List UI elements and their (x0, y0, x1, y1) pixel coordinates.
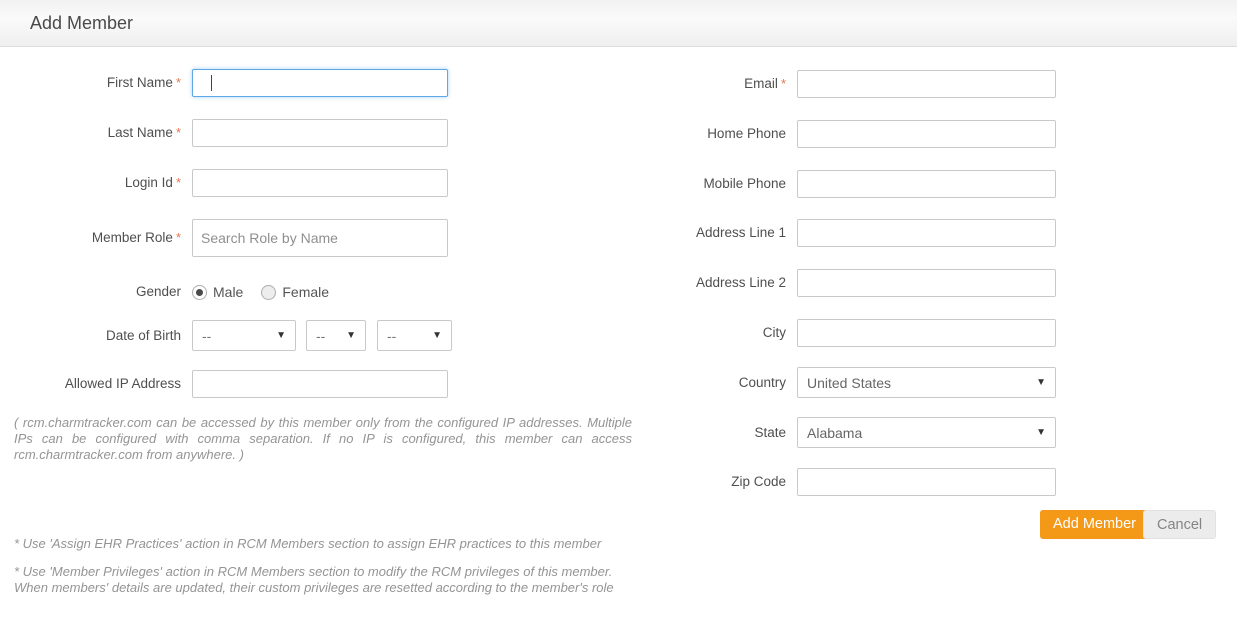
member-role-input[interactable] (192, 219, 448, 257)
zip-code-label: Zip Code (616, 474, 786, 490)
home-phone-row: Home Phone (616, 120, 1056, 148)
gender-male-label[interactable]: Male (213, 284, 243, 300)
home-phone-input[interactable] (797, 120, 1056, 148)
city-input[interactable] (797, 319, 1056, 347)
chevron-down-icon: ▼ (432, 330, 442, 341)
zip-code-input[interactable] (797, 468, 1056, 496)
dob-day-select[interactable]: -- ▼ (306, 320, 366, 351)
dob-year-select[interactable]: -- ▼ (377, 320, 452, 351)
city-label: City (616, 325, 786, 341)
first-name-row: First Name* (0, 69, 448, 97)
chevron-down-icon: ▼ (1036, 377, 1046, 388)
add-member-page: Add Member First Name* Last Name* Login … (0, 0, 1237, 640)
gender-radio-female[interactable] (261, 285, 276, 300)
login-id-row: Login Id* (0, 169, 448, 197)
page-title: Add Member (0, 0, 1237, 46)
first-name-input[interactable] (192, 69, 448, 97)
last-name-row: Last Name* (0, 119, 448, 147)
first-name-label: First Name* (0, 75, 181, 91)
country-select-value: United States (807, 375, 891, 391)
allowed-ip-label: Allowed IP Address (0, 376, 181, 392)
address-line-1-input[interactable] (797, 219, 1056, 247)
state-select[interactable]: Alabama ▼ (797, 417, 1056, 448)
address-line-2-label: Address Line 2 (616, 275, 786, 291)
state-select-value: Alabama (807, 425, 862, 441)
home-phone-label: Home Phone (616, 126, 786, 142)
country-label: Country (616, 375, 786, 391)
address-line-2-row: Address Line 2 (616, 269, 1056, 297)
required-marker: * (176, 75, 181, 90)
gender-radio-group: Male Female (192, 284, 329, 300)
chevron-down-icon: ▼ (1036, 427, 1046, 438)
member-role-label: Member Role* (0, 230, 181, 246)
last-name-input[interactable] (192, 119, 448, 147)
first-name-field (192, 69, 448, 97)
address-line-1-row: Address Line 1 (616, 219, 1056, 247)
member-role-row: Member Role* (0, 219, 448, 257)
email-row: Email* (616, 70, 1056, 98)
ip-address-note: ( rcm.charmtracker.com can be accessed b… (14, 415, 632, 463)
required-marker: * (176, 175, 181, 190)
assign-ehr-practices-note: * Use 'Assign EHR Practices' action in R… (14, 536, 654, 552)
required-marker: * (781, 76, 786, 91)
gender-row: Gender Male Female (0, 282, 329, 302)
required-marker: * (176, 125, 181, 140)
zip-code-row: Zip Code (616, 468, 1056, 496)
member-privileges-note: * Use 'Member Privileges' action in RCM … (14, 564, 642, 596)
email-input[interactable] (797, 70, 1056, 98)
add-member-button[interactable]: Add Member (1040, 510, 1149, 539)
mobile-phone-row: Mobile Phone (616, 170, 1056, 198)
mobile-phone-label: Mobile Phone (616, 176, 786, 192)
address-line-2-input[interactable] (797, 269, 1056, 297)
chevron-down-icon: ▼ (346, 330, 356, 341)
gender-label: Gender (0, 284, 181, 300)
state-row: State Alabama ▼ (616, 417, 1056, 448)
email-label: Email* (616, 76, 786, 92)
login-id-input[interactable] (192, 169, 448, 197)
dob-row: Date of Birth -- ▼ -- ▼ -- ▼ (0, 320, 452, 351)
required-marker: * (176, 230, 181, 245)
page-header: Add Member (0, 0, 1237, 47)
dob-label: Date of Birth (0, 328, 181, 344)
country-select[interactable]: United States ▼ (797, 367, 1056, 398)
gender-radio-male[interactable] (192, 285, 207, 300)
mobile-phone-input[interactable] (797, 170, 1056, 198)
text-cursor (211, 75, 212, 91)
login-id-label: Login Id* (0, 175, 181, 191)
last-name-label: Last Name* (0, 125, 181, 141)
gender-female-label[interactable]: Female (282, 284, 329, 300)
state-label: State (616, 425, 786, 441)
city-row: City (616, 319, 1056, 347)
country-row: Country United States ▼ (616, 367, 1056, 398)
dob-month-select[interactable]: -- ▼ (192, 320, 296, 351)
cancel-button[interactable]: Cancel (1143, 510, 1216, 539)
address-line-1-label: Address Line 1 (616, 225, 786, 241)
chevron-down-icon: ▼ (276, 330, 286, 341)
allowed-ip-input[interactable] (192, 370, 448, 398)
allowed-ip-row: Allowed IP Address (0, 370, 448, 398)
